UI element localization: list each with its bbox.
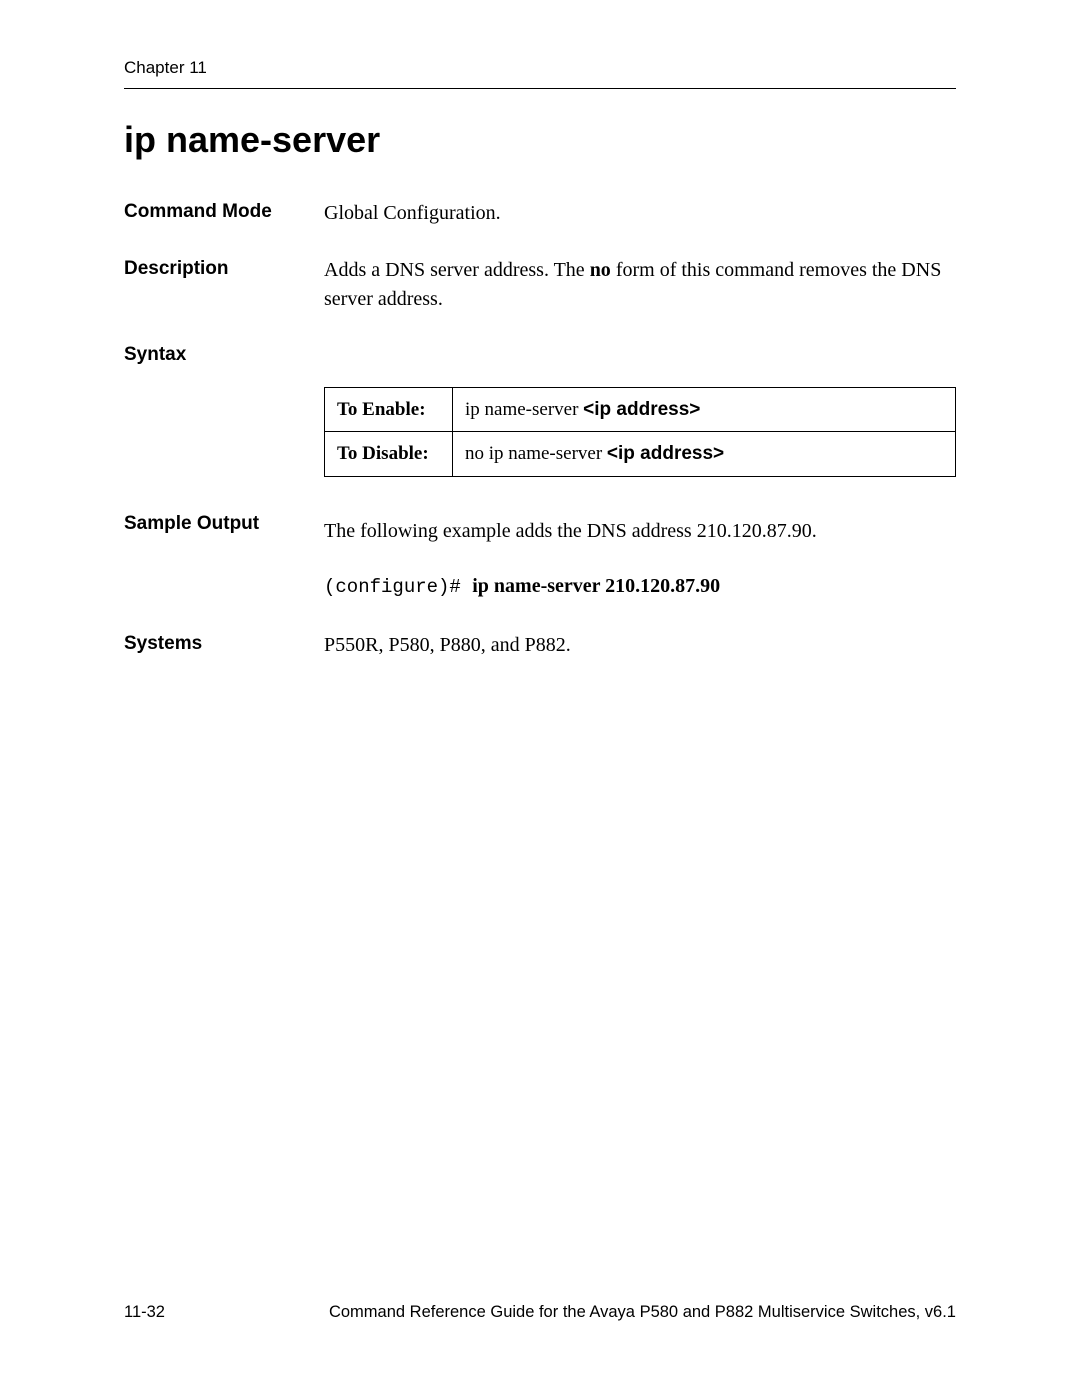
sample-command: ip name-server 210.120.87.90	[472, 575, 720, 597]
row-sample-output: Sample Output The following example adds…	[124, 511, 956, 602]
row-command-mode: Command Mode Global Configuration.	[124, 199, 956, 228]
page-title: ip name-server	[124, 119, 956, 161]
row-description: Description Adds a DNS server address. T…	[124, 256, 956, 314]
row-systems: Systems P550R, P580, P880, and P882.	[124, 631, 956, 660]
sample-prompt: (configure)#	[324, 576, 472, 598]
page-body: Chapter 11 ip name-server Command Mode G…	[124, 58, 956, 688]
syntax-head-enable: To Enable:	[325, 387, 453, 432]
page-footer: 11-32 Command Reference Guide for the Av…	[124, 1303, 956, 1322]
syntax-head-disable: To Disable:	[325, 432, 453, 477]
label-command-mode: Command Mode	[124, 199, 324, 226]
table-row: To Disable: no ip name-server <ip addres…	[325, 432, 956, 477]
value-command-mode: Global Configuration.	[324, 199, 956, 228]
value-description: Adds a DNS server address. The no form o…	[324, 256, 956, 314]
value-systems: P550R, P580, P880, and P882.	[324, 631, 956, 660]
label-systems: Systems	[124, 631, 324, 658]
table-row: To Enable: ip name-server <ip address>	[325, 387, 956, 432]
syntax-cmd-disable-prefix: no ip name-server	[465, 443, 607, 464]
syntax-table-wrap: To Enable: ip name-server <ip address> T…	[324, 383, 956, 477]
chapter-label: Chapter 11	[124, 58, 956, 78]
row-syntax: Syntax	[124, 342, 956, 369]
sample-intro: The following example adds the DNS addre…	[324, 517, 956, 546]
syntax-cmd-enable: ip name-server <ip address>	[453, 387, 956, 432]
label-syntax: Syntax	[124, 342, 324, 369]
syntax-cmd-disable: no ip name-server <ip address>	[453, 432, 956, 477]
label-sample-output: Sample Output	[124, 511, 324, 538]
value-sample-output: The following example adds the DNS addre…	[324, 517, 956, 602]
header-rule	[124, 88, 956, 89]
footer-doc-title: Command Reference Guide for the Avaya P5…	[329, 1303, 956, 1322]
desc-no-word: no	[590, 259, 611, 281]
row-syntax-table: To Enable: ip name-server <ip address> T…	[124, 383, 956, 477]
desc-prefix: Adds a DNS server address. The	[324, 259, 590, 281]
syntax-cmd-enable-prefix: ip name-server	[465, 399, 583, 420]
footer-page-number: 11-32	[124, 1303, 165, 1322]
label-description: Description	[124, 256, 324, 283]
syntax-cmd-enable-bold: <ip address>	[583, 399, 700, 420]
sample-code-line: (configure)# ip name-server 210.120.87.9…	[324, 572, 956, 602]
syntax-cmd-disable-bold: <ip address>	[607, 443, 724, 464]
syntax-table: To Enable: ip name-server <ip address> T…	[324, 387, 956, 477]
